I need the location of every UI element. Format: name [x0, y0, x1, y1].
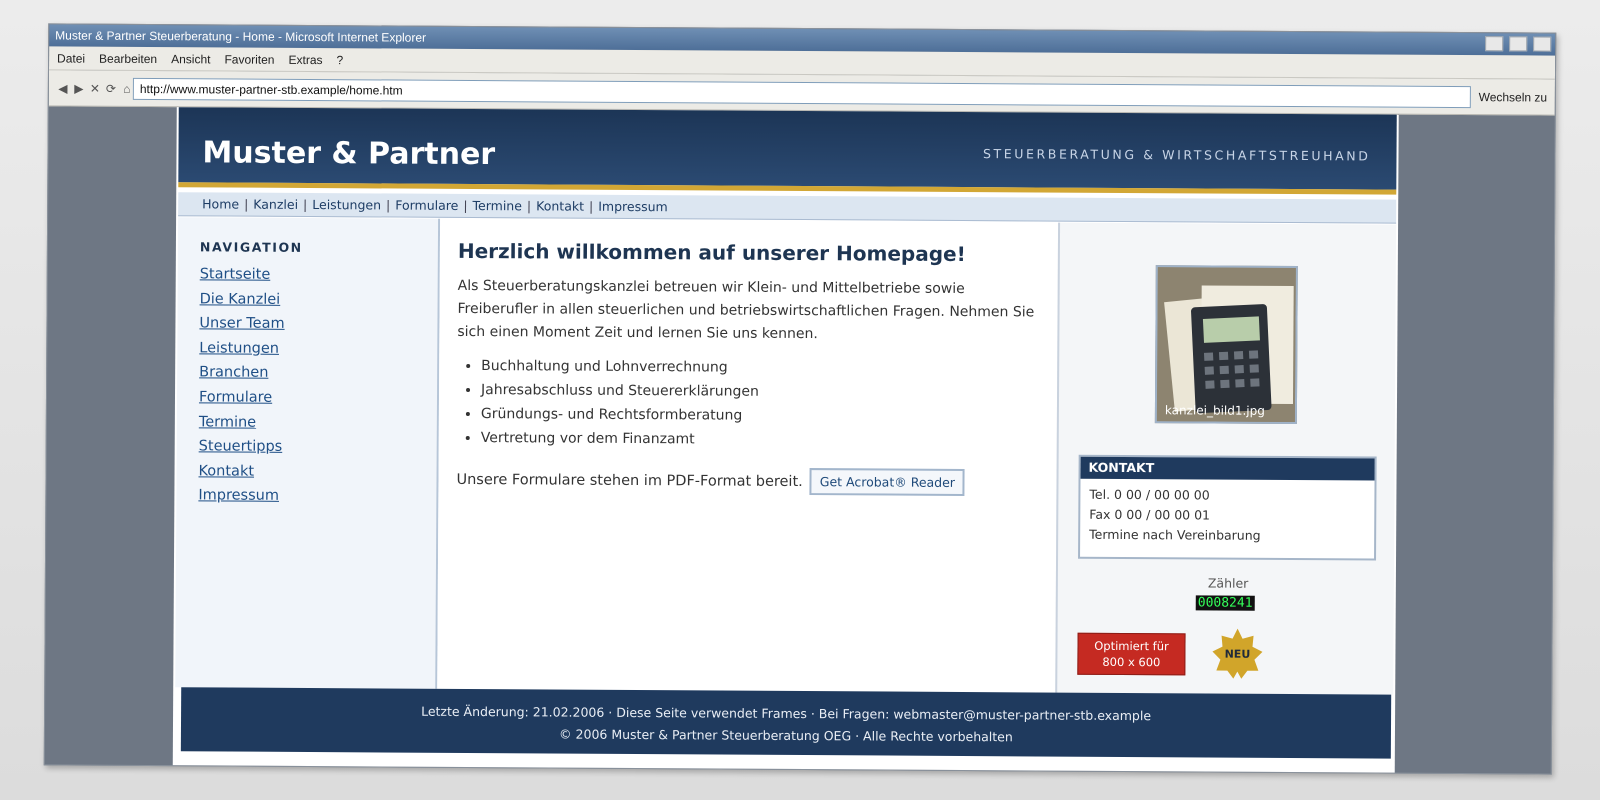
sidebar-link[interactable]: Leistungen — [199, 340, 279, 356]
optimized-badge: Optimiert für 800 x 600 — [1077, 632, 1186, 676]
menu-bearbeiten[interactable]: Bearbeiten — [99, 51, 157, 65]
intro-text: Als Steuerberatungskanzlei betreuen wir … — [457, 277, 1035, 343]
sidebar-item-termine: Termine — [199, 411, 284, 436]
pdf-text: Unsere Formulare stehen im PDF-Format be… — [456, 471, 803, 490]
menu-favoriten[interactable]: Favoriten — [224, 52, 274, 66]
browser-window: Muster & Partner Steuerberatung - Home -… — [43, 23, 1557, 775]
site-header: Muster & Partner STEUERBERATUNG & WIRTSC… — [178, 107, 1397, 195]
sidebar-item-startseite: Startseite — [200, 263, 285, 288]
sidebar-item-leistungen: Leistungen — [199, 337, 284, 362]
topnav-kanzlei[interactable]: Kanzlei — [253, 197, 298, 212]
topnav-impressum[interactable]: Impressum — [598, 199, 668, 214]
menu-help[interactable]: ? — [336, 53, 343, 67]
sidebar-link[interactable]: Die Kanzlei — [200, 291, 281, 307]
back-icon[interactable]: ◀ — [57, 81, 69, 95]
site-tagline: STEUERBERATUNG & WIRTSCHAFTSTREUHAND — [982, 146, 1371, 164]
sidebar-link[interactable]: Startseite — [200, 266, 271, 282]
sidebar-link[interactable]: Formulare — [199, 389, 272, 405]
topnav-termine[interactable]: Termine — [473, 198, 522, 213]
menu-ansicht[interactable]: Ansicht — [171, 52, 210, 66]
sidebar: NAVIGATION Startseite Die Kanzlei Unser … — [175, 217, 441, 689]
site-title: Muster & Partner — [202, 135, 496, 173]
go-button[interactable]: Wechseln zu — [1471, 90, 1555, 105]
pdf-row: Unsere Formulare stehen im PDF-Format be… — [456, 466, 1038, 497]
url-input[interactable]: http://www.muster-partner-stb.example/ho… — [132, 77, 1471, 108]
separator: | — [588, 198, 594, 214]
acrobat-reader-button[interactable]: Get Acrobat® Reader — [809, 468, 966, 497]
separator: | — [244, 196, 249, 212]
office-photo: kanzlei_bild1.jpg — [1154, 265, 1298, 425]
fax-number: Fax 0 00 / 00 00 01 — [1089, 506, 1211, 523]
right-sidebar: kanzlei_bild1.jpg KONTAKT Tel. 0 00 / 00… — [1055, 222, 1397, 695]
minimize-button[interactable] — [1485, 36, 1504, 52]
appointment-note: Termine nach Vereinbarung — [1089, 526, 1261, 543]
topnav-home[interactable]: Home — [202, 196, 239, 211]
window-title: Muster & Partner Steuerberatung - Home -… — [55, 28, 427, 45]
sidebar-link[interactable]: Kontakt — [198, 463, 254, 479]
separator: | — [463, 197, 468, 213]
sidebar-link[interactable]: Unser Team — [199, 316, 284, 333]
topnav-kontakt[interactable]: Kontakt — [536, 198, 584, 213]
phone-number: Tel. 0 00 / 00 00 00 — [1089, 486, 1210, 503]
menu-extras[interactable]: Extras — [288, 52, 322, 66]
list-item: Jahresabschluss und Steuererklärungen — [481, 382, 1039, 409]
list-item: Buchhaltung und Lohnverrechnung — [481, 358, 1039, 385]
services-list: Buchhaltung und Lohnverrechnung Jahresab… — [481, 358, 1040, 457]
home-icon[interactable]: ⌂ — [121, 81, 133, 95]
sidebar-link[interactable]: Branchen — [199, 365, 268, 381]
sidebar-item-branchen: Branchen — [199, 362, 284, 387]
separator: | — [303, 196, 308, 212]
sidebar-item-steuertipps: Steuertipps — [199, 435, 284, 460]
stop-icon[interactable]: ✕ — [89, 81, 101, 95]
forward-icon[interactable]: ▶ — [73, 81, 85, 95]
visitor-counter: 0008241 — [1195, 595, 1255, 611]
list-item: Gründungs- und Rechtsformberatung — [481, 406, 1039, 433]
refresh-icon[interactable]: ⟳ — [105, 81, 117, 95]
calculator-icon — [1156, 267, 1298, 425]
optimized-line2: 800 x 600 — [1102, 654, 1161, 670]
topnav-formulare[interactable]: Formulare — [395, 198, 458, 213]
new-badge-label: NEU — [1225, 648, 1251, 661]
separator: | — [385, 197, 391, 213]
page-footer: Letzte Änderung: 21.02.2006 · Diese Seit… — [180, 687, 1392, 759]
sidebar-heading: NAVIGATION — [199, 239, 303, 255]
counter-label: Zähler — [1207, 575, 1249, 591]
web-page: Muster & Partner STEUERBERATUNG & WIRTSC… — [172, 107, 1399, 775]
new-star-badge: NEU — [1212, 628, 1263, 679]
page-title: Herzlich willkommen auf unserer Homepage… — [457, 238, 966, 267]
kontakt-box: KONTAKT Tel. 0 00 / 00 00 00 Fax 0 00 / … — [1078, 454, 1377, 561]
sidebar-item-team: Unser Team — [199, 313, 284, 338]
main-content: Herzlich willkommen auf unserer Homepage… — [437, 218, 1059, 693]
sidebar-link[interactable]: Termine — [199, 414, 256, 430]
menu-datei[interactable]: Datei — [57, 51, 85, 65]
topnav-leistungen[interactable]: Leistungen — [312, 197, 381, 212]
photo-caption: kanzlei_bild1.jpg — [1164, 403, 1265, 418]
kontakt-body: Tel. 0 00 / 00 00 00 Fax 0 00 / 00 00 01… — [1080, 479, 1374, 553]
maximize-button[interactable] — [1509, 36, 1528, 52]
close-button[interactable] — [1533, 36, 1552, 52]
kontakt-heading: KONTAKT — [1080, 456, 1375, 481]
sidebar-item-impressum: Impressum — [198, 485, 283, 510]
sidebar-item-kontakt: Kontakt — [198, 460, 283, 485]
list-item: Vertretung vor dem Finanzamt — [481, 430, 1039, 457]
optimized-line1: Optimiert für — [1094, 638, 1169, 654]
separator: | — [526, 198, 532, 214]
sidebar-item-formulare: Formulare — [199, 386, 284, 411]
sidebar-item-kanzlei: Die Kanzlei — [200, 288, 285, 313]
sidebar-nav: Startseite Die Kanzlei Unser Team Leistu… — [198, 263, 285, 509]
sidebar-link[interactable]: Impressum — [198, 488, 279, 504]
sidebar-link[interactable]: Steuertipps — [199, 438, 283, 455]
